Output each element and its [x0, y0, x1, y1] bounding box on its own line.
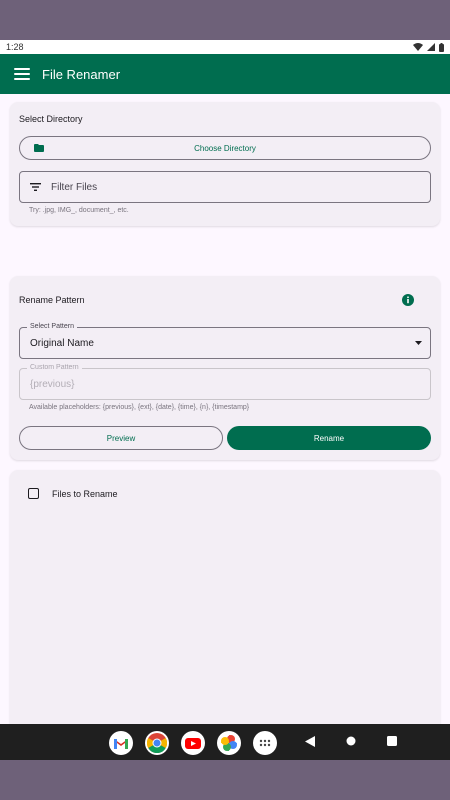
preview-label: Preview	[106, 433, 136, 443]
custom-pattern-label: Custom Pattern	[27, 364, 82, 371]
main-content: Select Directory Choose Directory Try: .…	[0, 94, 450, 724]
placeholders-hint: Available placeholders: {previous}, {ext…	[29, 404, 250, 411]
select-all-checkbox[interactable]	[28, 488, 39, 499]
info-icon[interactable]	[402, 294, 414, 306]
select-directory-card: Select Directory Choose Directory Try: .…	[10, 102, 440, 226]
status-time: 1:28	[6, 42, 24, 52]
rename-label: Rename	[313, 433, 345, 443]
recents-icon[interactable]	[387, 736, 397, 746]
youtube-icon[interactable]	[181, 731, 205, 755]
status-bar: 1:28	[0, 40, 450, 54]
preview-button[interactable]: Preview	[19, 426, 223, 450]
home-icon[interactable]	[346, 736, 356, 746]
photos-icon[interactable]	[217, 731, 241, 755]
app-bar: File Renamer	[0, 54, 450, 94]
dropdown-arrow-icon	[415, 341, 422, 345]
device-frame-top	[0, 0, 450, 40]
back-icon[interactable]	[305, 736, 315, 747]
signal-icon	[427, 43, 435, 51]
files-to-rename-card: Files to Rename	[10, 470, 440, 724]
rename-pattern-card: Rename Pattern Select Pattern Original N…	[10, 276, 440, 460]
navigation-bar	[0, 724, 450, 760]
choose-directory-button[interactable]: Choose Directory	[19, 136, 431, 160]
gmail-icon[interactable]	[109, 731, 133, 755]
filter-icon	[30, 183, 41, 191]
chrome-icon[interactable]	[145, 731, 169, 755]
choose-directory-label: Choose Directory	[194, 143, 256, 153]
files-to-rename-label: Files to Rename	[52, 488, 118, 499]
rename-pattern-title: Rename Pattern	[19, 295, 85, 305]
app-drawer-icon[interactable]	[253, 731, 277, 755]
wifi-icon	[413, 43, 423, 51]
custom-pattern-field[interactable]: Custom Pattern {previous}	[19, 364, 431, 400]
custom-pattern-value: {previous}	[30, 378, 75, 390]
select-pattern-dropdown[interactable]: Select Pattern Original Name	[19, 323, 431, 359]
menu-icon[interactable]	[14, 66, 30, 82]
select-pattern-label: Select Pattern	[27, 323, 77, 330]
folder-icon	[34, 144, 44, 152]
select-pattern-value: Original Name	[30, 337, 94, 349]
rename-button[interactable]: Rename	[227, 426, 431, 450]
filter-files-input[interactable]	[51, 181, 411, 193]
select-directory-title: Select Directory	[19, 114, 83, 124]
filter-hint: Try: .jpg, IMG_, document_, etc.	[29, 207, 129, 214]
device-frame-bottom	[0, 760, 450, 800]
app-title: File Renamer	[42, 66, 121, 82]
filter-files-field[interactable]	[19, 171, 431, 203]
battery-icon	[439, 42, 444, 52]
